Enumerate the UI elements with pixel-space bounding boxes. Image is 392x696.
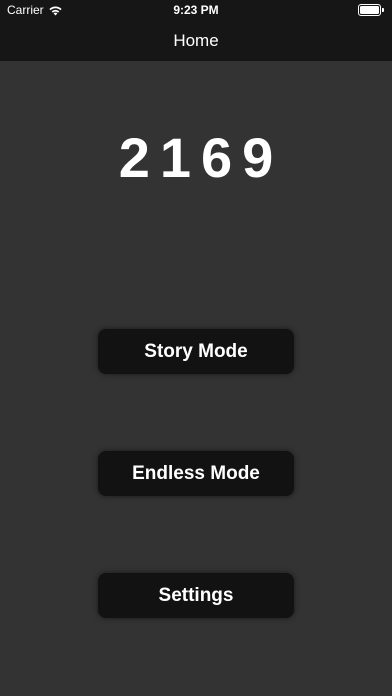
navigation-bar: Carrier 9:23 PM Home xyxy=(0,0,392,61)
story-mode-button[interactable]: Story Mode xyxy=(98,329,294,374)
battery-fill xyxy=(360,6,379,14)
battery-cap xyxy=(382,8,384,12)
home-screen: Carrier 9:23 PM Home 2169 Story Mode End… xyxy=(0,0,392,696)
endless-mode-button[interactable]: Endless Mode xyxy=(98,451,294,496)
battery-full-icon xyxy=(358,4,384,16)
high-score-display: 2169 xyxy=(118,126,284,189)
settings-button[interactable]: Settings xyxy=(98,573,294,618)
status-time: 9:23 PM xyxy=(173,3,219,17)
status-bar: Carrier 9:23 PM xyxy=(0,0,392,20)
page-title: Home xyxy=(173,31,219,50)
